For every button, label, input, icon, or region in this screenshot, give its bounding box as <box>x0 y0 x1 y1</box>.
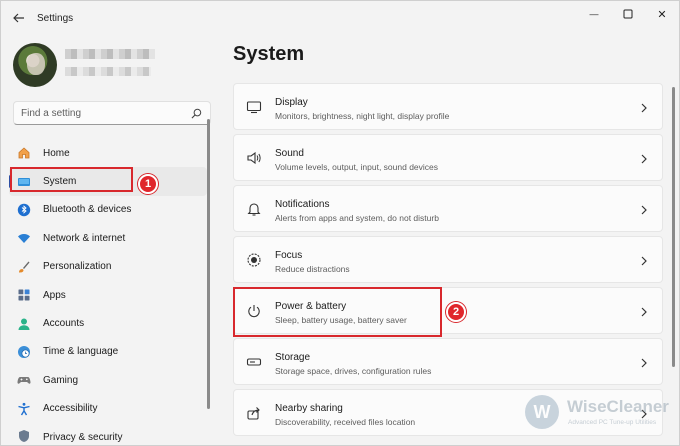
main-scrollbar[interactable] <box>672 87 675 367</box>
setting-description: Discoverability, received files location <box>275 417 416 427</box>
watermark-logo: W <box>525 395 559 429</box>
setting-notifications[interactable]: Notifications Alerts from apps and syste… <box>233 185 663 232</box>
highlight-box-power <box>233 287 442 337</box>
minimize-icon: — <box>589 9 599 19</box>
watermark-name: WiseCleaner <box>567 397 669 416</box>
setting-title: Focus <box>275 250 303 261</box>
search-icon[interactable] <box>191 108 202 119</box>
setting-focus[interactable]: Focus Reduce distractions <box>233 236 663 283</box>
settings-window: Settings — ✕ Home <box>0 0 680 446</box>
close-button[interactable]: ✕ <box>645 1 679 27</box>
sidebar-item-label: Time & language <box>43 346 119 358</box>
sidebar-item-time-language[interactable]: Time & language <box>9 338 207 366</box>
setting-description: Alerts from apps and system, do not dist… <box>275 213 439 223</box>
sidebar-item-label: Personalization <box>43 261 112 273</box>
sidebar-item-privacy[interactable]: Privacy & security <box>9 423 207 443</box>
setting-title: Sound <box>275 148 304 159</box>
sidebar-item-label: Home <box>43 147 70 159</box>
storage-icon <box>246 354 262 370</box>
bell-icon <box>246 201 262 217</box>
sidebar-item-label: Accounts <box>43 318 85 330</box>
user-email-blurred <box>65 67 151 76</box>
setting-description: Volume levels, output, input, sound devi… <box>275 162 439 172</box>
sidebar-item-label: Privacy & security <box>43 431 123 443</box>
setting-title: Display <box>275 97 308 108</box>
sidebar-item-label: Gaming <box>43 374 79 386</box>
user-name-blurred <box>65 49 155 59</box>
wifi-icon <box>17 231 31 245</box>
step-badge-2: 2 <box>446 302 466 322</box>
sidebar-item-label: Apps <box>43 289 66 301</box>
sidebar-item-label: Bluetooth & devices <box>43 204 132 216</box>
window-controls: — ✕ <box>577 1 679 27</box>
accessibility-icon <box>17 402 31 416</box>
account-icon <box>17 317 31 331</box>
sidebar: Home System Bluetooth & devices Network … <box>1 35 215 445</box>
title-bar: Settings — ✕ <box>1 1 679 35</box>
minimize-button[interactable]: — <box>577 1 611 27</box>
sidebar-item-home[interactable]: Home <box>9 139 207 167</box>
close-icon: ✕ <box>657 8 667 21</box>
back-arrow-icon <box>13 13 24 23</box>
sidebar-item-gaming[interactable]: Gaming <box>9 366 207 394</box>
share-icon <box>246 405 262 421</box>
watermark-tagline: Advanced PC Tune-up Utilities <box>568 419 657 426</box>
step-badge-1: 1 <box>138 174 158 194</box>
shield-icon <box>17 429 31 443</box>
sidebar-item-label: Accessibility <box>43 403 98 415</box>
highlight-box-system <box>10 167 133 192</box>
setting-title: Nearby sharing <box>275 403 343 414</box>
brush-icon <box>17 260 31 274</box>
speaker-icon <box>246 150 262 166</box>
chevron-right-icon <box>640 152 648 164</box>
maximize-icon <box>623 9 633 19</box>
setting-title: Storage <box>275 352 311 363</box>
chevron-right-icon <box>640 305 648 317</box>
avatar[interactable] <box>13 43 57 87</box>
app-title: Settings <box>37 13 74 24</box>
back-button[interactable] <box>9 9 29 27</box>
chevron-right-icon <box>640 356 648 368</box>
sidebar-item-bluetooth[interactable]: Bluetooth & devices <box>9 196 207 224</box>
search-box[interactable] <box>13 101 211 125</box>
chevron-right-icon <box>640 101 648 113</box>
gamepad-icon <box>17 373 31 387</box>
sidebar-scrollbar[interactable] <box>207 119 210 409</box>
sidebar-item-accounts[interactable]: Accounts <box>9 309 207 337</box>
home-icon <box>17 146 31 160</box>
setting-description: Storage space, drives, configuration rul… <box>275 366 432 376</box>
setting-description: Reduce distractions <box>275 264 350 274</box>
sidebar-item-label: Network & internet <box>43 232 126 244</box>
setting-title: Notifications <box>275 199 330 210</box>
setting-storage[interactable]: Storage Storage space, drives, configura… <box>233 338 663 385</box>
apps-icon <box>17 288 31 302</box>
clock-globe-icon <box>17 345 31 359</box>
sidebar-item-network[interactable]: Network & internet <box>9 224 207 252</box>
settings-list: Display Monitors, brightness, night ligh… <box>233 83 663 440</box>
chevron-right-icon <box>640 203 648 215</box>
focus-icon <box>246 252 262 268</box>
page-title: System <box>233 43 305 65</box>
chevron-right-icon <box>640 254 648 266</box>
bluetooth-icon <box>17 203 31 217</box>
setting-description: Monitors, brightness, night light, displ… <box>275 111 450 121</box>
search-input[interactable] <box>21 107 191 119</box>
sidebar-item-apps[interactable]: Apps <box>9 281 207 309</box>
sidebar-item-accessibility[interactable]: Accessibility <box>9 395 207 423</box>
setting-sound[interactable]: Sound Volume levels, output, input, soun… <box>233 134 663 181</box>
watermark: W WiseCleaner Advanced PC Tune-up Utilit… <box>523 391 673 439</box>
maximize-button[interactable] <box>611 1 645 27</box>
sidebar-item-personalization[interactable]: Personalization <box>9 253 207 281</box>
display-icon <box>246 99 262 115</box>
setting-display[interactable]: Display Monitors, brightness, night ligh… <box>233 83 663 130</box>
